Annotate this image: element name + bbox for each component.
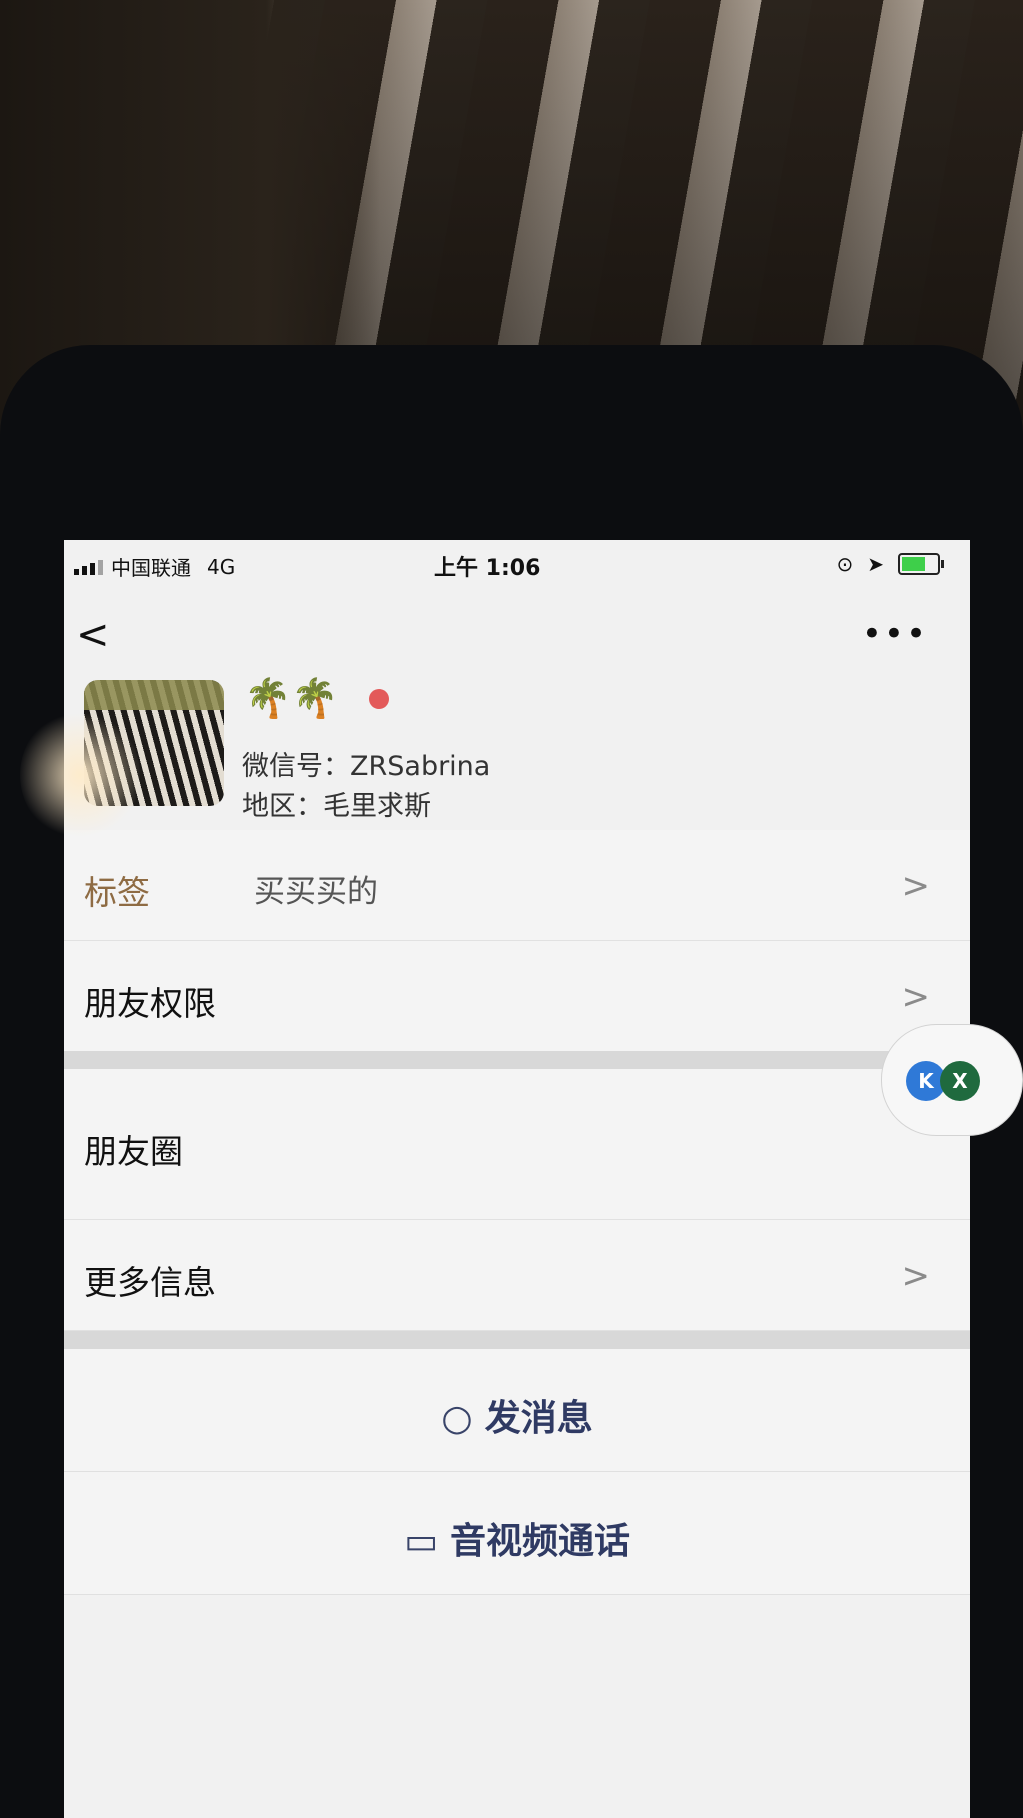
tags-value: 买买买的 (254, 874, 378, 910)
video-call-button[interactable]: ▭ 音视频通话 (64, 1472, 970, 1595)
status-bar: 中国联通 4G 上午 1:06 ⊙ ➤ (64, 540, 970, 600)
rotation-lock-icon: ⊙ (836, 552, 854, 576)
info-group: 标签 买买买的 > 朋友权限 > (64, 830, 970, 1052)
send-message-label: 发消息 (484, 1398, 593, 1439)
actions-group: ○ 发消息 ▭ 音视频通话 (64, 1349, 970, 1595)
floating-window-widget[interactable]: K X (881, 1024, 1023, 1136)
location-icon: ➤ (867, 552, 884, 576)
avatar[interactable] (84, 680, 224, 806)
moments-row[interactable]: 朋友圈 (64, 1069, 970, 1220)
signal-icon (74, 559, 103, 575)
carrier-label: 中国联通 (111, 556, 191, 580)
permissions-row[interactable]: 朋友权限 > (64, 941, 970, 1052)
chevron-right-icon: > (901, 866, 931, 906)
more-info-row[interactable]: 更多信息 > (64, 1220, 970, 1331)
name-emoji: 🌴🌴 (244, 676, 339, 720)
section-divider (64, 1331, 970, 1349)
display-name: 🌴🌴 (244, 676, 389, 721)
status-right: ⊙ ➤ (836, 552, 944, 576)
profile-header: 🌴🌴 微信号：ZRSabrina 地区：毛里求斯 (64, 672, 970, 822)
send-message-button[interactable]: ○ 发消息 (64, 1349, 970, 1472)
status-left: 中国联通 4G (74, 552, 235, 581)
wechat-id: 微信号：ZRSabrina (242, 751, 491, 782)
region: 地区：毛里求斯 (242, 791, 431, 822)
video-call-content: ▭ 音视频通话 (64, 1512, 970, 1564)
battery-icon (898, 553, 944, 575)
floating-app-badge-2[interactable]: X (940, 1061, 980, 1101)
moments-label: 朋友圈 (84, 1132, 183, 1171)
tags-label: 标签 (84, 873, 150, 912)
chevron-right-icon: > (901, 1256, 931, 1296)
more-options-button[interactable]: ••• (862, 614, 928, 654)
chevron-right-icon: > (901, 977, 931, 1017)
network-label: 4G (207, 554, 236, 579)
section-divider (64, 1051, 970, 1069)
phone-screen: 中国联通 4G 上午 1:06 ⊙ ➤ < ••• 🌴🌴 微信号：ZRSabri… (64, 540, 970, 1818)
back-button[interactable]: < (76, 612, 110, 658)
send-message-content: ○ 发消息 (64, 1389, 970, 1441)
clock: 上午 1:06 (434, 556, 541, 581)
video-call-label: 音视频通话 (450, 1521, 631, 1562)
nav-bar: < ••• (64, 600, 970, 670)
video-camera-icon: ▭ (403, 1521, 438, 1562)
permissions-label: 朋友权限 (84, 984, 216, 1023)
tags-row[interactable]: 标签 买买买的 > (64, 830, 970, 941)
moments-group: 朋友圈 更多信息 > (64, 1069, 970, 1331)
more-info-label: 更多信息 (84, 1263, 216, 1302)
female-icon (368, 688, 389, 709)
chat-bubble-icon: ○ (441, 1398, 473, 1439)
